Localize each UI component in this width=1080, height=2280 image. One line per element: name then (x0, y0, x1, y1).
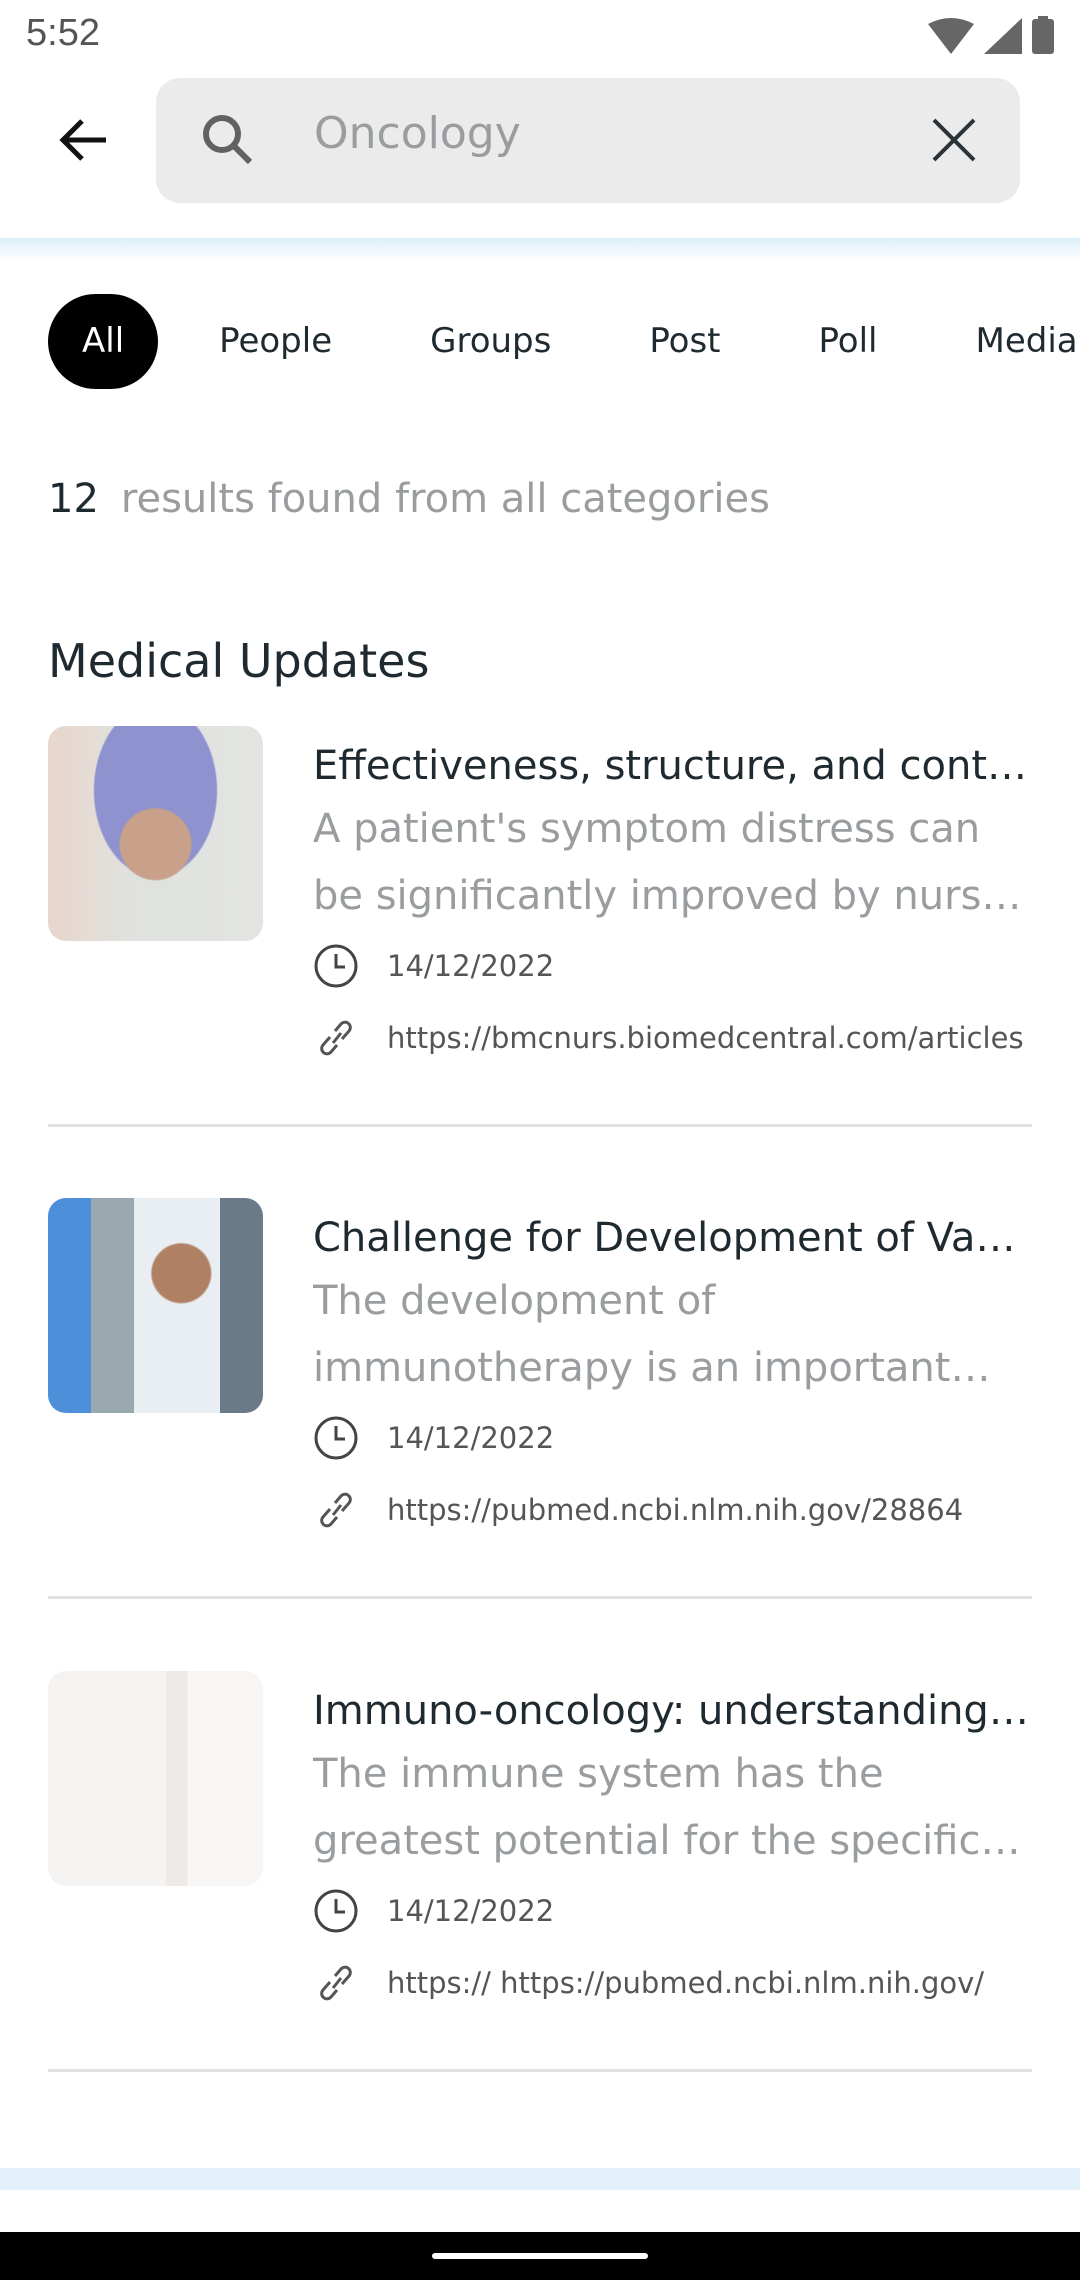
article-date: 14/12/2022 (387, 1894, 555, 1928)
status-time: 5:52 (26, 12, 100, 54)
article-description: A patient's symptom distress can be sign… (313, 806, 1007, 919)
link-icon (320, 1492, 352, 1528)
article-thumbnail (48, 726, 263, 941)
search-bar[interactable]: Oncology (156, 78, 1020, 203)
list-item[interactable]: Effectiveness, structure, and content of… (48, 726, 1033, 1198)
list-item[interactable]: Immuno-oncology: understanding the funct… (48, 1671, 1033, 2143)
search-input[interactable]: Oncology (314, 108, 521, 159)
article-description: The immune system has the greatest poten… (313, 1751, 981, 1864)
search-icon (203, 115, 253, 165)
header-shadow (0, 238, 1080, 260)
home-indicator[interactable] (432, 2253, 648, 2259)
back-arrow-icon[interactable] (52, 108, 116, 172)
article-thumbnail (48, 1671, 263, 1886)
article-thumbnail (48, 1198, 263, 1413)
link-icon (320, 1965, 352, 2001)
clock-icon (314, 1416, 358, 1460)
results-summary: 12 results found from all categories (48, 476, 770, 522)
results-count: 12 (48, 476, 99, 522)
signal-icon (984, 18, 1022, 54)
divider (48, 1124, 1032, 1127)
article-title: Effectiveness, structure, and content of… (313, 743, 1033, 789)
tab-post[interactable]: Post (616, 294, 753, 389)
article-title: Immuno-oncology: understanding the funct… (313, 1688, 1033, 1734)
clock-icon (314, 1889, 358, 1933)
battery-icon (1032, 16, 1054, 54)
divider (48, 2069, 1032, 2072)
results-text: results found from all categories (120, 476, 770, 522)
tab-people[interactable]: People (186, 294, 365, 389)
article-link[interactable]: https://bmcnurs.biomedcentral.com/articl… (387, 1021, 1024, 1055)
divider (48, 1596, 1032, 1599)
article-link[interactable]: https://pubmed.ncbi.nlm.nih.gov/28864 (387, 1493, 963, 1527)
article-title: Challenge for Development of Vaccines (313, 1215, 1033, 1261)
clock-icon (314, 944, 358, 988)
tab-groups[interactable]: Groups (397, 294, 584, 389)
article-date: 14/12/2022 (387, 1421, 555, 1455)
clear-icon[interactable] (930, 116, 978, 164)
article-description: The development of immunotherapy is an i… (313, 1278, 951, 1391)
link-icon (320, 1020, 352, 1056)
article-link[interactable]: https:// https://pubmed.ncbi.nlm.nih.gov… (387, 1966, 984, 2000)
tab-media[interactable]: Media (943, 294, 1080, 389)
article-date: 14/12/2022 (387, 949, 555, 983)
section-title: Medical Updates (48, 634, 430, 688)
category-tabs: All People Groups Post Poll Media (48, 294, 1080, 389)
bottom-band (0, 2168, 1080, 2190)
wifi-icon (928, 18, 974, 54)
tab-poll[interactable]: Poll (786, 294, 911, 389)
list-item[interactable]: Challenge for Development of Vaccines Th… (48, 1198, 1033, 1670)
tab-all[interactable]: All (48, 294, 159, 389)
status-icons (928, 16, 1054, 54)
